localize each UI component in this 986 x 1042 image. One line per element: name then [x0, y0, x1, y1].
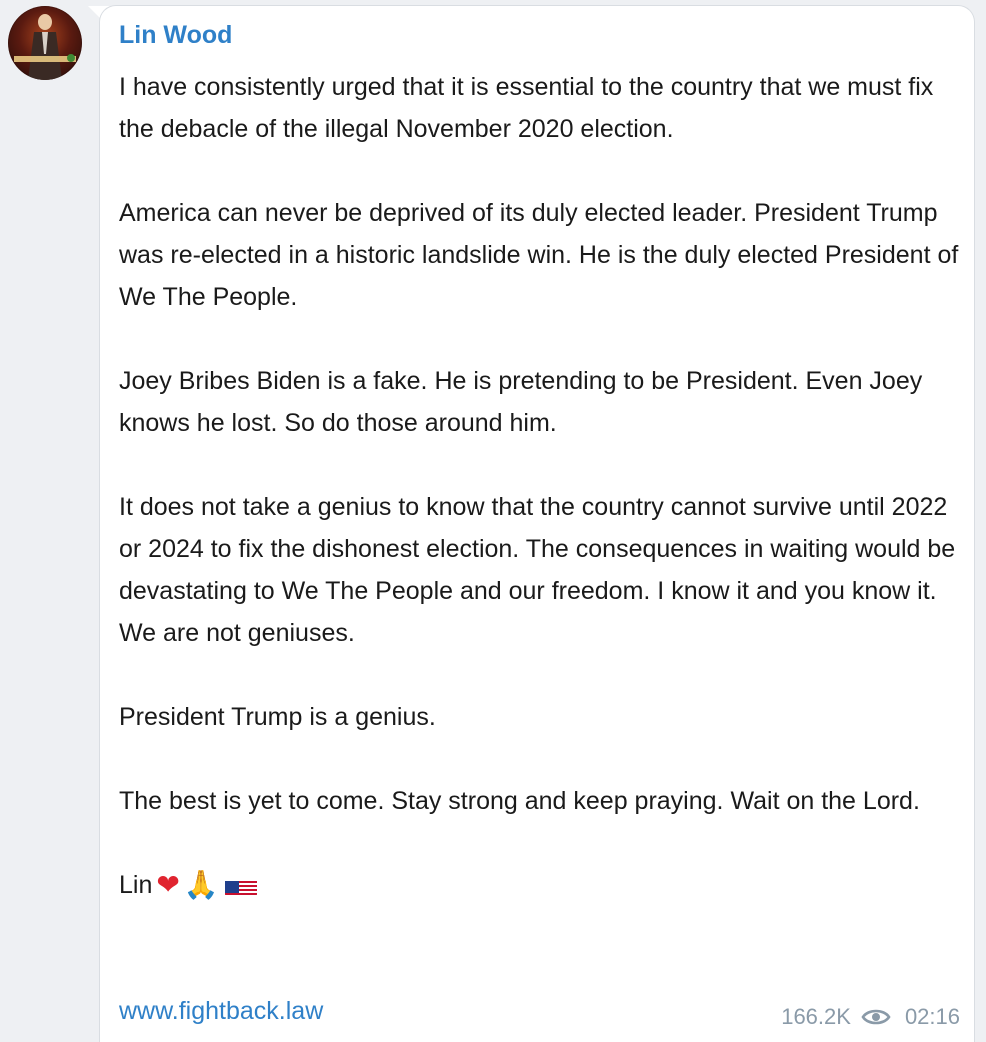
- website-link[interactable]: www.fightback.law: [119, 996, 323, 1026]
- pray-emoji-icon: 🙏: [183, 868, 219, 901]
- view-count: 166.2K: [781, 1004, 851, 1029]
- sender-name[interactable]: Lin Wood: [119, 20, 232, 50]
- message-bubble: Lin Wood I have consistently urged that …: [100, 6, 974, 1042]
- avatar-image: [14, 14, 76, 80]
- paragraph-4: It does not take a genius to know that t…: [119, 493, 956, 647]
- heart-emoji-icon: ❤: [156, 868, 180, 901]
- paragraph-6: The best is yet to come. Stay strong and…: [119, 787, 920, 815]
- signature-text: Lin: [119, 871, 153, 899]
- message-meta: 166.2K 02:16: [781, 1004, 960, 1030]
- paragraph-5: President Trump is a genius.: [119, 703, 436, 731]
- paragraph-3: Joey Bribes Biden is a fake. He is prete…: [119, 367, 923, 437]
- avatar[interactable]: [8, 6, 82, 80]
- message-text: I have consistently urged that it is ess…: [119, 66, 964, 906]
- us-flag-emoji-icon: [224, 874, 257, 896]
- eye-icon: [861, 1009, 891, 1025]
- paragraph-2: America can never be deprived of its dul…: [119, 199, 959, 311]
- timestamp: 02:16: [904, 1004, 960, 1029]
- paragraph-1: I have consistently urged that it is ess…: [119, 73, 934, 143]
- signature-line: Lin ❤ 🙏: [119, 864, 964, 906]
- message-view: Lin Wood I have consistently urged that …: [0, 0, 986, 1042]
